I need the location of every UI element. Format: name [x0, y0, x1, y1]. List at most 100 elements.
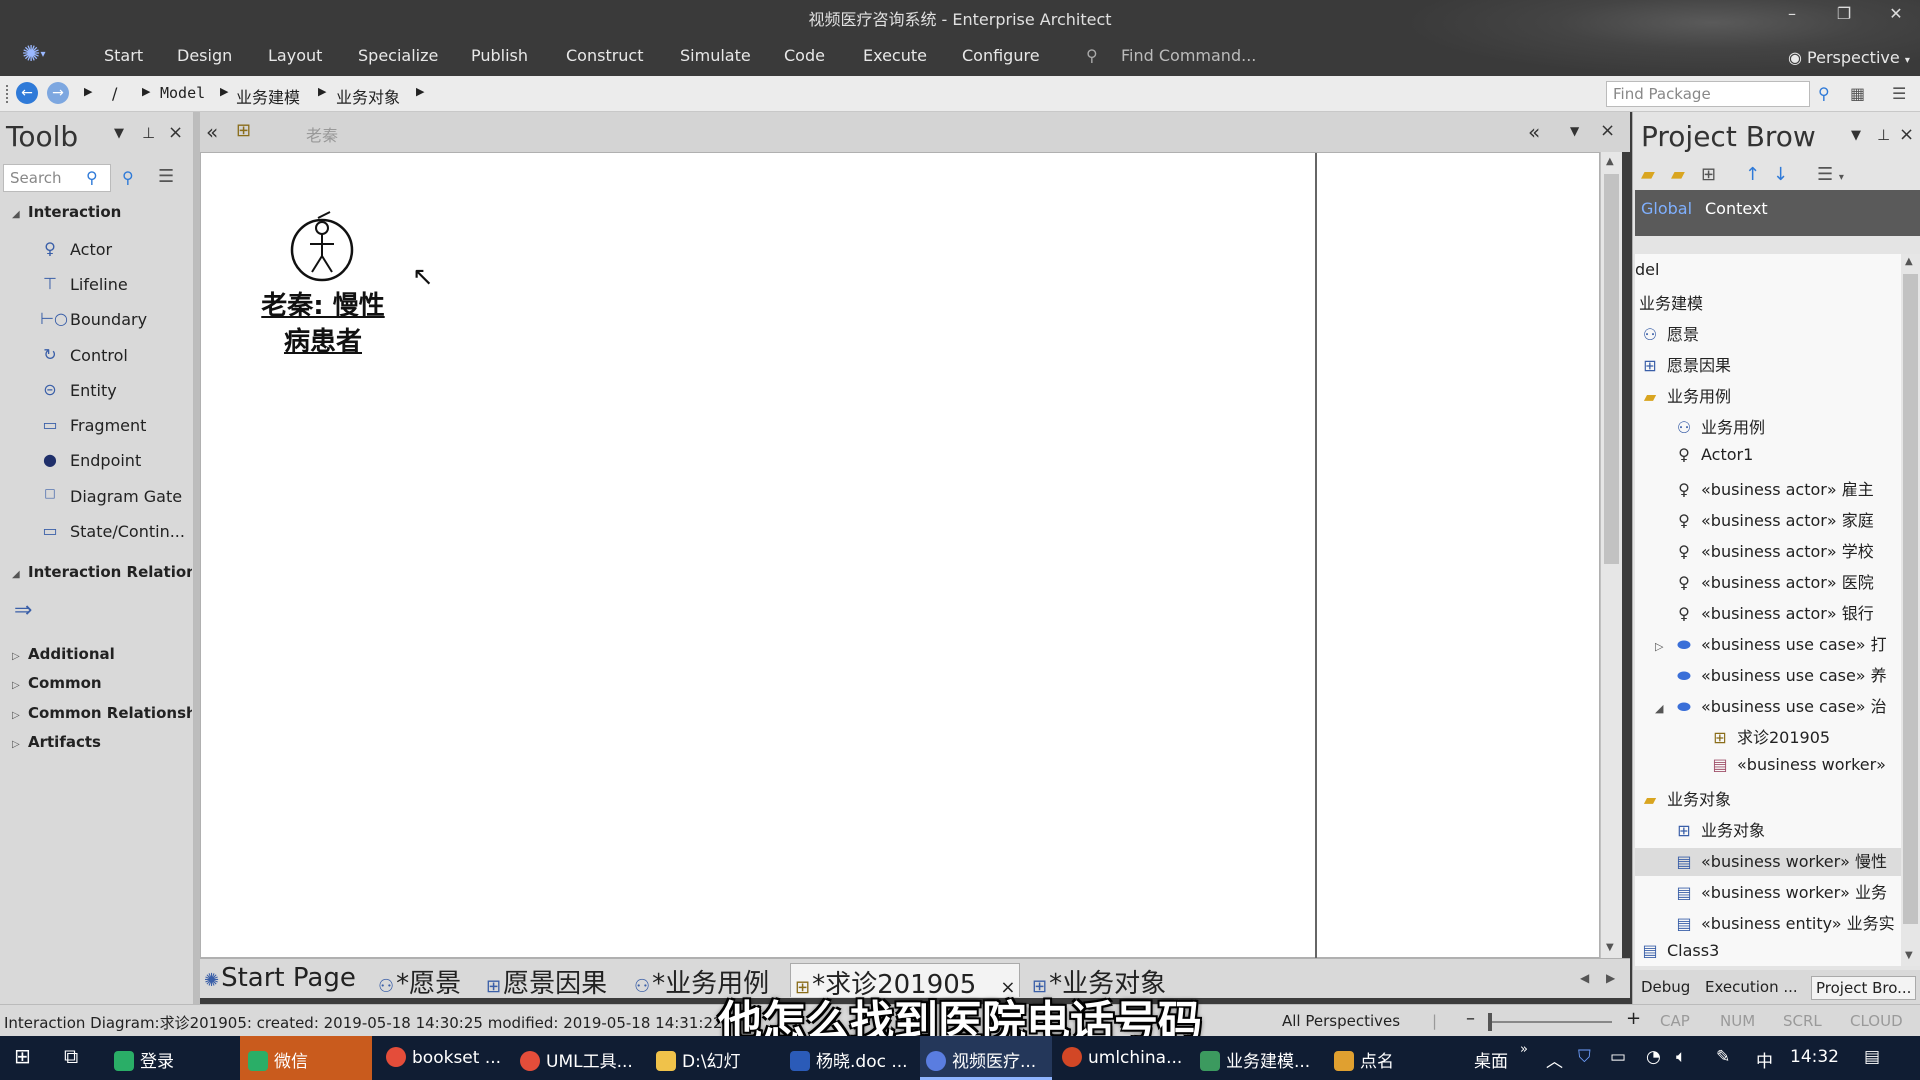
menu-configure[interactable]: Configure — [962, 46, 1040, 65]
group-artifacts[interactable]: ▷ Artifacts — [12, 733, 101, 751]
collapse-icon[interactable]: « — [1528, 120, 1540, 144]
taskbar-item-bookset[interactable]: bookset ... — [382, 1036, 508, 1080]
scope-context[interactable]: Context — [1705, 199, 1768, 218]
find-icon[interactable]: ⚲ — [122, 168, 134, 187]
scroll-down-icon[interactable]: ▼ — [1905, 950, 1913, 961]
tree-node[interactable]: ♀ «business actor» 医院 — [1673, 569, 1874, 597]
tree-node[interactable]: ▤ «business entity» 业务实 — [1673, 910, 1894, 938]
tree-node[interactable]: ♀ Actor1 — [1673, 445, 1753, 473]
minimize-button[interactable]: – — [1776, 4, 1808, 23]
shield-icon[interactable]: ⛉ — [1578, 1047, 1591, 1067]
find-package-input[interactable]: Find Package — [1606, 81, 1810, 107]
tree-node[interactable]: ◢ ⬬ «business use case» 治 — [1655, 693, 1887, 721]
chevron-right-icon[interactable]: ▶ — [142, 85, 150, 98]
windows-start-icon[interactable]: ⊞ — [14, 1036, 31, 1080]
tree-node[interactable]: ♀ «business actor» 家庭 — [1673, 507, 1874, 535]
taskbar-item-login[interactable]: 登录 — [110, 1036, 234, 1080]
pen-icon[interactable]: ✎ — [1716, 1047, 1730, 1067]
close-icon[interactable]: × — [168, 122, 183, 143]
taskbar-item-explorer[interactable]: D:\幻灯 — [652, 1036, 778, 1080]
scroll-thumb[interactable] — [1604, 174, 1619, 564]
breadcrumb-business-modeling[interactable]: 业务建模 — [236, 84, 300, 108]
scroll-left-icon[interactable]: ◀ — [1580, 971, 1589, 985]
tree-node[interactable]: ⊞ 求诊201905 — [1709, 724, 1830, 752]
scroll-up-icon[interactable]: ▲ — [1606, 156, 1614, 167]
taskbar-item-ea[interactable]: 视频医疗... — [920, 1036, 1052, 1080]
menu-layout[interactable]: Layout — [268, 46, 322, 65]
tree-node[interactable]: ▤ «business worker» — [1709, 755, 1886, 783]
tree-node[interactable]: ♀ «business actor» 雇主 — [1673, 476, 1874, 504]
taskbar-item-word[interactable]: 杨晓.doc ... — [786, 1036, 916, 1080]
expand-icon[interactable]: ▷ — [1655, 640, 1673, 653]
group-interaction-relations[interactable]: ◢ Interaction Relation: — [12, 563, 192, 581]
tree-node[interactable]: ▷ ⬬ «business use case» 打 — [1655, 631, 1887, 659]
close-icon[interactable]: × — [1600, 120, 1615, 141]
tree-node[interactable]: ▰ 业务对象 — [1639, 786, 1731, 814]
wifi-icon[interactable]: ◔ — [1646, 1047, 1661, 1067]
tree-node[interactable]: ▤ «business worker» 业务 — [1673, 879, 1887, 907]
menu-construct[interactable]: Construct — [566, 46, 644, 65]
diagram-scrollbar[interactable]: ▲ ▼ — [1600, 152, 1622, 958]
chevron-right-icon[interactable]: ▶ — [416, 85, 424, 98]
arrow-right-icon[interactable]: ⇒ — [14, 598, 32, 623]
group-common-relationships[interactable]: ▷ Common Relationsh — [12, 704, 192, 722]
tree-node[interactable]: ♀ «business actor» 学校 — [1673, 538, 1874, 566]
close-icon[interactable]: × — [1899, 124, 1914, 145]
taskbar-item-wechat[interactable]: 微信 — [240, 1036, 372, 1080]
find-command-input[interactable]: Find Command... — [1121, 46, 1256, 65]
tree-node[interactable]: del — [1635, 260, 1659, 288]
desktop-toolbar[interactable]: 桌面 — [1474, 1047, 1508, 1072]
forward-arrow-icon[interactable]: → — [47, 82, 69, 104]
taskbar-item-rollcall[interactable]: 点名 — [1330, 1036, 1450, 1080]
taskbar-item-uml-tools[interactable]: UML工具... — [516, 1036, 640, 1080]
maximize-button[interactable]: ❐ — [1828, 4, 1860, 23]
collapse-icon[interactable]: ◢ — [1655, 702, 1673, 715]
dropdown-icon[interactable]: ▼ — [114, 126, 124, 141]
back-arrow-icon[interactable]: ← — [16, 82, 38, 104]
group-common[interactable]: ▷ Common — [12, 674, 102, 692]
tree-node[interactable]: ⚇ 愿景 — [1639, 321, 1699, 349]
clock[interactable]: 14:32 — [1790, 1047, 1839, 1067]
move-down-icon[interactable]: ↓ — [1773, 164, 1788, 185]
diagram-canvas[interactable] — [200, 152, 1600, 959]
chevron-right-icon[interactable]: ▶ — [318, 85, 326, 98]
pin-icon[interactable]: ⊥ — [142, 124, 155, 142]
tree-node-selected[interactable]: ▤ «business worker» 慢性 — [1635, 848, 1901, 876]
chevron-icon[interactable]: » — [1520, 1042, 1528, 1057]
notification-icon[interactable]: ▤ — [1864, 1047, 1880, 1067]
scroll-right-icon[interactable]: ▶ — [1606, 971, 1615, 985]
breadcrumb-business-object[interactable]: 业务对象 — [336, 84, 400, 108]
new-diagram-icon[interactable]: ⊞ — [1701, 164, 1716, 185]
search-icon[interactable]: ⚲ — [86, 168, 98, 187]
hamburger-menu-icon[interactable]: ☰ — [158, 166, 174, 187]
actor-element[interactable]: 老秦: 慢性 病患者 — [258, 210, 388, 370]
hamburger-menu-icon[interactable]: ☰ — [1892, 84, 1906, 103]
breadcrumb-model[interactable]: Model — [160, 84, 205, 102]
tree-node[interactable]: 业务建模 — [1639, 290, 1703, 318]
menu-specialize[interactable]: Specialize — [358, 46, 438, 65]
scroll-thumb[interactable] — [1903, 274, 1918, 924]
tree-node[interactable]: ▤ Class3 — [1639, 941, 1719, 966]
tree-node[interactable]: ⚇ 业务用例 — [1673, 414, 1765, 442]
menu-execute[interactable]: Execute — [863, 46, 927, 65]
tree-scrollbar[interactable]: ▲ ▼ — [1901, 254, 1920, 966]
tree-node[interactable]: ▰ 业务用例 — [1639, 383, 1731, 411]
tree-node[interactable]: ⊞ 愿景因果 — [1639, 352, 1731, 380]
pin-icon[interactable]: ⊥ — [1877, 126, 1890, 144]
tree-node[interactable]: ⊞ 业务对象 — [1673, 817, 1765, 845]
menu-start[interactable]: Start — [104, 46, 143, 65]
perspective-button[interactable]: ◉ Perspective ▾ — [1788, 48, 1910, 67]
move-up-icon[interactable]: ↑ — [1745, 164, 1760, 185]
menu-design[interactable]: Design — [177, 46, 232, 65]
battery-icon[interactable]: ▭ — [1610, 1047, 1626, 1067]
tree-node[interactable]: ♀ «business actor» 银行 — [1673, 600, 1874, 628]
new-package-icon[interactable]: ▰ — [1641, 164, 1655, 185]
chevron-right-icon[interactable]: ▶ — [84, 85, 92, 98]
taskbar-item-powerpoint[interactable]: umlchina... — [1058, 1036, 1188, 1080]
hamburger-menu-icon[interactable]: ☰ ▾ — [1817, 164, 1844, 185]
scope-global[interactable]: Global — [1641, 199, 1692, 218]
scroll-up-icon[interactable]: ▲ — [1905, 256, 1913, 267]
ime-indicator[interactable]: 中 — [1756, 1047, 1773, 1072]
tray-expand-icon[interactable]: ︿ — [1546, 1047, 1563, 1072]
dropdown-icon[interactable]: ▼ — [1851, 128, 1861, 143]
